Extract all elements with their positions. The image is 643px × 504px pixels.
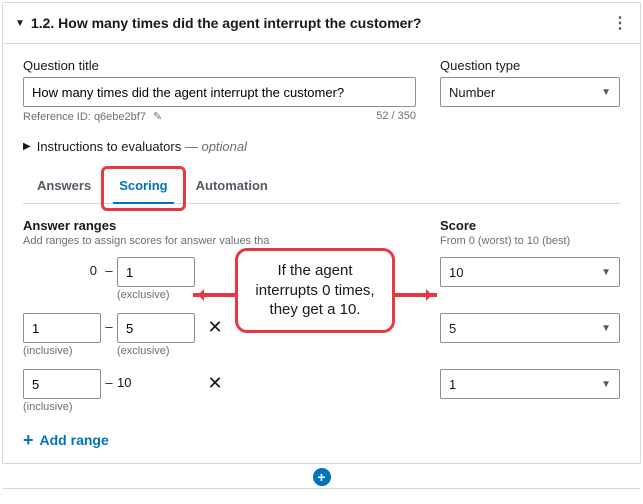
question-panel: ▼ 1.2. How many times did the agent inte… bbox=[2, 2, 641, 464]
score-title: Score bbox=[440, 218, 620, 233]
score-select[interactable]: 10 ▼ bbox=[440, 257, 620, 287]
range-to-input[interactable] bbox=[117, 313, 195, 343]
range-dash: – bbox=[101, 369, 117, 390]
tab-scoring[interactable]: Scoring bbox=[105, 168, 181, 203]
range-row: (inclusive)–10✕1▼ bbox=[23, 369, 620, 413]
tabs: Answers Scoring Automation bbox=[23, 168, 620, 204]
add-range-button[interactable]: + Add range bbox=[23, 431, 109, 449]
plus-icon: + bbox=[23, 431, 34, 449]
char-counter: 52 / 350 bbox=[376, 110, 416, 123]
collapse-icon: ▼ bbox=[15, 18, 25, 29]
remove-range-button[interactable]: ✕ bbox=[195, 369, 235, 394]
panel-header[interactable]: ▼ 1.2. How many times did the agent inte… bbox=[3, 3, 640, 44]
chevron-down-icon: ▼ bbox=[601, 379, 611, 390]
answer-ranges-sub: Add ranges to assign scores for answer v… bbox=[23, 235, 440, 247]
kebab-menu-icon[interactable]: ⋮ bbox=[612, 13, 628, 33]
remove-range-placeholder bbox=[195, 257, 235, 261]
score-value: 1 bbox=[449, 377, 456, 392]
score-sub: From 0 (worst) to 10 (best) bbox=[440, 235, 620, 247]
pencil-icon[interactable]: ✎ bbox=[153, 111, 162, 123]
range-to-input[interactable] bbox=[117, 257, 195, 287]
range-to-incl: (exclusive) bbox=[117, 289, 195, 301]
range-from-input[interactable] bbox=[23, 369, 101, 399]
instructions-optional: — optional bbox=[185, 139, 247, 154]
instructions-toggle[interactable]: ▶ Instructions to evaluators — optional bbox=[23, 139, 620, 154]
answer-ranges-title: Answer ranges bbox=[23, 218, 440, 233]
annotation-arrow-right bbox=[395, 293, 437, 297]
score-value: 5 bbox=[449, 321, 456, 336]
question-type-select[interactable]: Number ▼ bbox=[440, 77, 620, 107]
score-select[interactable]: 5▼ bbox=[440, 313, 620, 343]
question-title-input[interactable] bbox=[23, 77, 416, 107]
add-question-button[interactable]: + bbox=[313, 468, 331, 486]
range-from-static: 0 bbox=[23, 257, 101, 278]
range-from-input[interactable] bbox=[23, 313, 101, 343]
reference-id-label: Reference ID: bbox=[23, 111, 91, 123]
instructions-label: Instructions to evaluators bbox=[37, 139, 182, 154]
question-type-value: Number bbox=[449, 85, 495, 100]
score-select[interactable]: 1▼ bbox=[440, 369, 620, 399]
add-range-label: Add range bbox=[40, 432, 109, 448]
annotation-callout: If the agent interrupts 0 times, they ge… bbox=[235, 248, 395, 333]
range-from-incl: (inclusive) bbox=[23, 345, 101, 357]
tab-answers[interactable]: Answers bbox=[23, 168, 105, 203]
range-to-incl: (exclusive) bbox=[117, 345, 195, 357]
footer-add: + bbox=[0, 466, 643, 488]
annotation-arrow-left bbox=[193, 293, 235, 297]
tab-automation[interactable]: Automation bbox=[182, 168, 282, 203]
range-from-incl: (inclusive) bbox=[23, 401, 101, 413]
range-dash: – bbox=[101, 257, 117, 278]
range-to-static: 10 bbox=[117, 369, 195, 390]
range-dash: – bbox=[101, 313, 117, 334]
reference-id-value: q6ebe2bf7 bbox=[94, 111, 146, 123]
question-number: 1.2. bbox=[31, 15, 54, 31]
question-type-label: Question type bbox=[440, 58, 620, 73]
question-title-header: How many times did the agent interrupt t… bbox=[58, 15, 421, 31]
chevron-down-icon: ▼ bbox=[601, 267, 611, 278]
score-value: 10 bbox=[449, 265, 463, 280]
remove-range-button[interactable]: ✕ bbox=[195, 313, 235, 338]
question-title-label: Question title bbox=[23, 58, 416, 73]
chevron-down-icon: ▼ bbox=[601, 323, 611, 334]
chevron-down-icon: ▼ bbox=[601, 87, 611, 98]
chevron-right-icon: ▶ bbox=[23, 141, 31, 152]
